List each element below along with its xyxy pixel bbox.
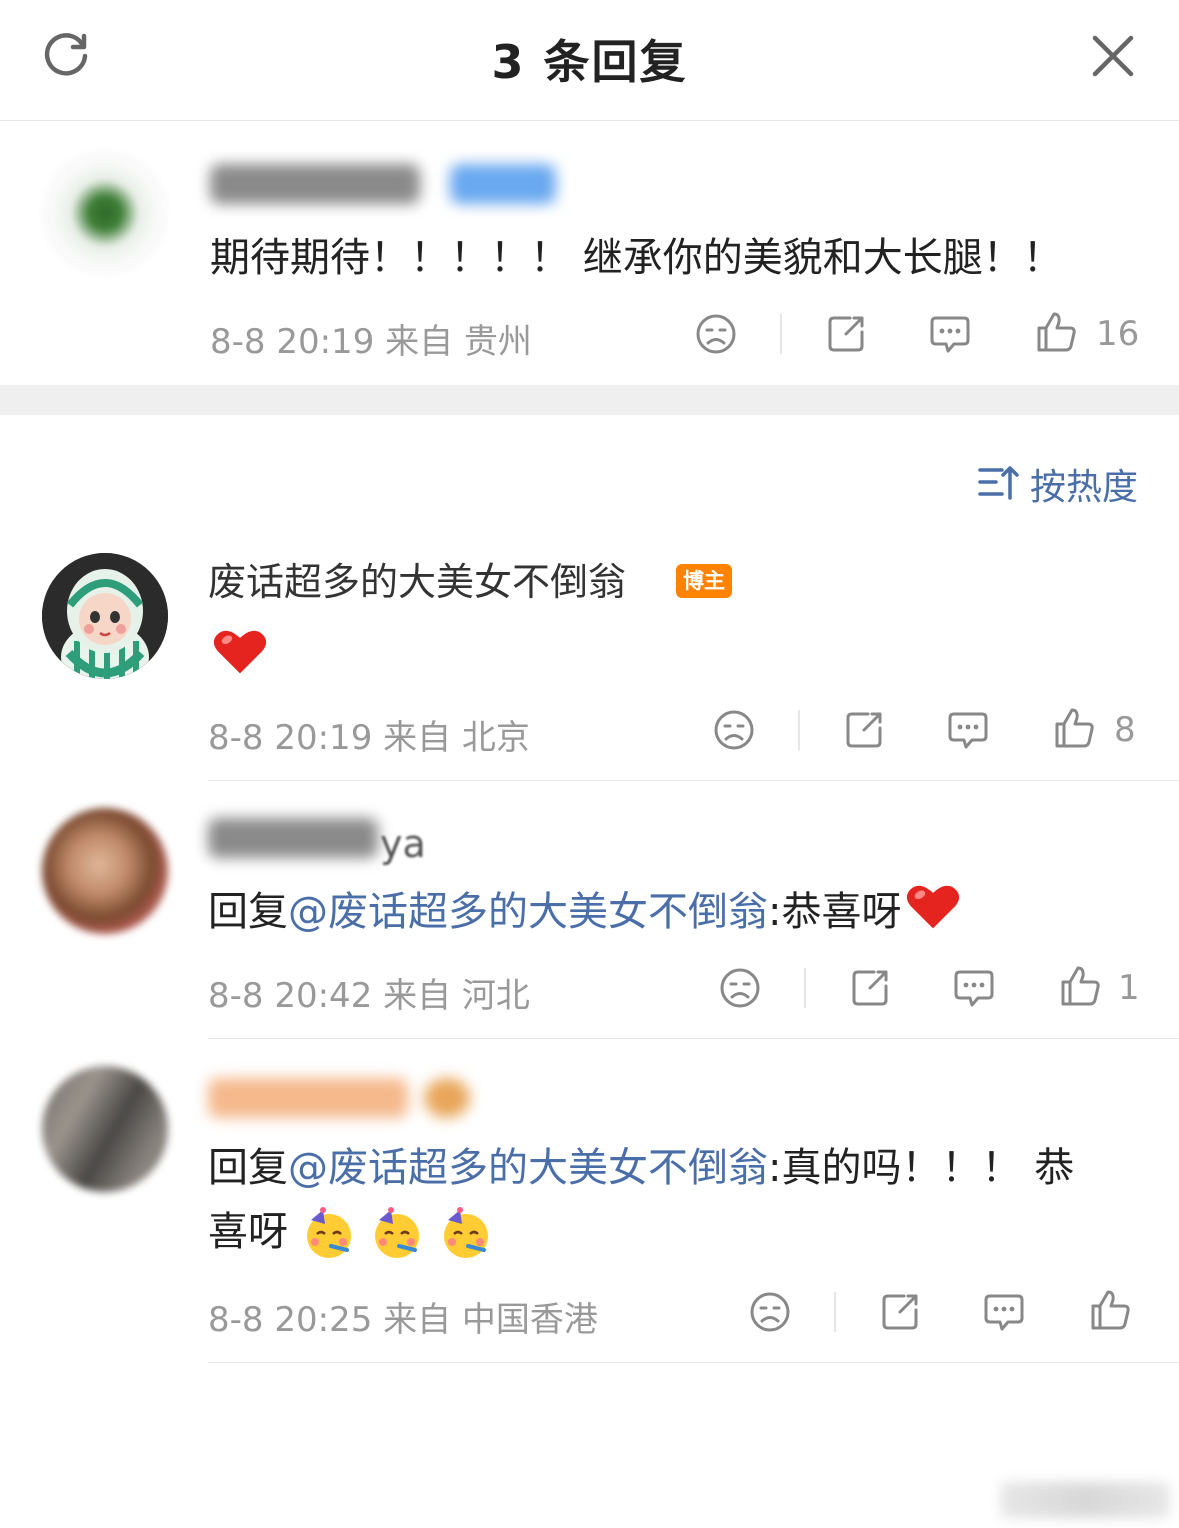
author-name-blurred[interactable] — [210, 164, 420, 204]
dislike-icon[interactable] — [748, 1290, 792, 1334]
author-emoji-blurred — [424, 1078, 470, 1118]
reply-body: :真的吗！！！ 恭 — [768, 1145, 1075, 1191]
comment-meta: 8-8 20:19 来自 北京 — [208, 718, 530, 758]
heart-emoji-icon — [907, 885, 960, 929]
dislike-icon[interactable] — [712, 708, 756, 752]
dislike-icon[interactable] — [694, 312, 738, 356]
like-count: 16 — [1096, 314, 1140, 354]
sort-icon — [978, 466, 1019, 500]
comment-meta: 8-8 20:25 来自 中国香港 — [208, 1300, 598, 1340]
reply-text-line2: 喜呀 — [208, 1200, 494, 1264]
reply-body-continued: 喜呀 — [208, 1209, 288, 1255]
avatar[interactable] — [42, 808, 168, 934]
reply-text: 回复@废话超多的大美女不倒翁:真的吗！！！ 恭 — [208, 1136, 1074, 1200]
share-icon[interactable] — [824, 312, 868, 356]
mention-link[interactable]: @废话超多的大美女不倒翁 — [288, 889, 768, 935]
partying-face-emoji-icon — [444, 1207, 489, 1258]
share-icon[interactable] — [842, 708, 886, 752]
like-icon[interactable] — [1088, 1288, 1132, 1332]
comment-icon[interactable] — [982, 1290, 1026, 1334]
sort-label: 按热度 — [1030, 467, 1139, 508]
like-icon[interactable] — [1052, 706, 1096, 750]
mention-link[interactable]: @废话超多的大美女不倒翁 — [288, 1145, 768, 1191]
partying-face-emoji-icon — [375, 1207, 420, 1258]
author-tag-blurred — [450, 164, 556, 204]
section-divider — [0, 385, 1179, 415]
row-divider — [208, 1038, 1179, 1039]
author-name[interactable]: 废话超多的大美女不倒翁 — [208, 550, 626, 614]
blogger-badge: 博主 — [676, 564, 732, 598]
avatar[interactable] — [42, 1066, 168, 1192]
dislike-icon[interactable] — [718, 966, 762, 1010]
partying-face-emoji-icon — [306, 1207, 351, 1258]
share-icon[interactable] — [848, 966, 892, 1010]
like-icon[interactable] — [1034, 310, 1078, 354]
author-name-blurred[interactable] — [208, 818, 378, 858]
page-title: 3 条回复 — [491, 35, 688, 89]
comment-icon[interactable] — [928, 312, 972, 356]
close-icon[interactable] — [1090, 33, 1136, 79]
row-divider — [208, 1362, 1179, 1363]
separator — [798, 710, 800, 750]
reply-prefix: 回复 — [208, 889, 288, 935]
watermark-blurred — [1000, 1482, 1170, 1518]
comment-icon[interactable] — [946, 708, 990, 752]
like-count: 1 — [1118, 968, 1140, 1008]
separator — [780, 314, 782, 354]
modal-header: 3 条回复 — [0, 0, 1179, 121]
comment-meta: 8-8 20:42 来自 河北 — [208, 976, 530, 1016]
share-icon[interactable] — [878, 1290, 922, 1334]
reply-body: :恭喜呀 — [768, 889, 902, 935]
separator — [804, 968, 806, 1008]
row-divider — [208, 780, 1179, 781]
author-name-blurred[interactable] — [208, 1078, 408, 1118]
reply-prefix: 回复 — [208, 1145, 288, 1191]
like-icon[interactable] — [1058, 964, 1102, 1008]
separator — [834, 1292, 836, 1332]
reply-text: 回复@废话超多的大美女不倒翁:恭喜呀 — [208, 880, 961, 944]
like-count: 8 — [1114, 710, 1136, 750]
heart-emoji-icon — [213, 630, 267, 674]
avatar[interactable] — [42, 553, 168, 679]
avatar[interactable] — [42, 150, 168, 276]
comment-meta: 8-8 20:19 来自 贵州 — [210, 322, 532, 362]
author-name-suffix: ya — [380, 822, 426, 866]
comment-icon[interactable] — [952, 966, 996, 1010]
doll-avatar-image — [42, 553, 168, 679]
comment-text: 期待期待！！！！！ 继承你的美貌和大长腿！！ — [210, 235, 1063, 281]
